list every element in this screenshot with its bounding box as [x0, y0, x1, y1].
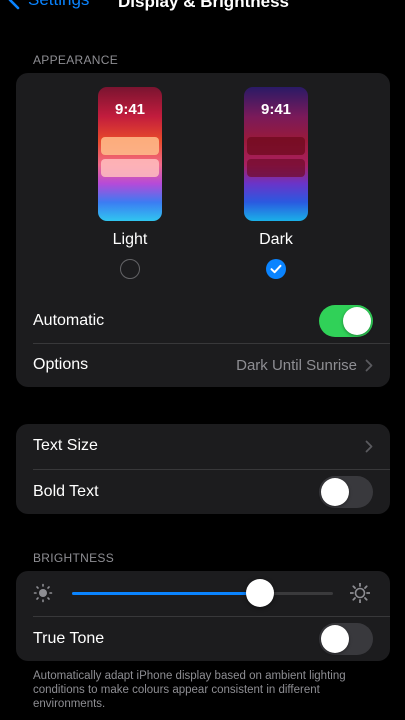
toggle-knob: [321, 625, 349, 653]
toggle-knob: [321, 478, 349, 506]
appearance-options: 9:41 Light 9:41 Dark: [16, 87, 390, 287]
automatic-row: Automatic: [16, 299, 390, 343]
sun-max-icon: [350, 583, 370, 603]
brightness-slider[interactable]: [72, 579, 333, 607]
options-row[interactable]: Options Dark Until Sunrise: [16, 343, 390, 387]
chevron-right-icon: [365, 359, 373, 371]
chevron-right-icon: [365, 440, 373, 452]
preview-time: 9:41: [114, 101, 146, 118]
bold-text-toggle[interactable]: [319, 476, 373, 508]
appearance-option-light[interactable]: 9:41 Light: [70, 87, 190, 279]
sun-min-icon: [33, 583, 53, 603]
display-brightness-screen: Settings Display & Brightness APPEARANCE…: [0, 0, 405, 720]
preview-notification: [101, 137, 159, 155]
options-value: Dark Until Sunrise: [236, 356, 357, 374]
page-title: Display & Brightness: [118, 0, 289, 11]
appearance-card: 9:41 Light 9:41 Dark Automatic Options D…: [16, 73, 390, 387]
bold-text-row: Bold Text: [16, 470, 390, 514]
dark-radio[interactable]: [266, 259, 286, 279]
preview-notification: [101, 159, 159, 177]
appearance-option-dark[interactable]: 9:41 Dark: [216, 87, 336, 279]
light-radio[interactable]: [120, 259, 140, 279]
brightness-fill: [72, 592, 260, 595]
dark-label: Dark: [259, 231, 293, 248]
true-tone-description: Automatically adapt iPhone display based…: [33, 670, 346, 710]
true-tone-label: True Tone: [33, 630, 105, 647]
text-card: Text Size Bold Text: [16, 424, 390, 514]
preview-time: 9:41: [260, 101, 292, 118]
text-size-row[interactable]: Text Size: [16, 424, 390, 468]
brightness-header: BRIGHTNESS: [33, 551, 115, 565]
light-label: Light: [112, 231, 148, 248]
back-label: Settings: [28, 0, 89, 10]
navigation-bar: Settings Display & Brightness: [0, 0, 405, 16]
automatic-label: Automatic: [33, 312, 105, 329]
back-button[interactable]: Settings: [8, 0, 89, 10]
text-size-label: Text Size: [33, 437, 98, 454]
true-tone-toggle[interactable]: [319, 623, 373, 655]
brightness-slider-row: [16, 571, 390, 615]
preview-notification: [247, 159, 305, 177]
brightness-card: True Tone: [16, 571, 390, 661]
chevron-left-icon: [8, 0, 20, 10]
automatic-toggle[interactable]: [319, 305, 373, 337]
bold-text-label: Bold Text: [33, 483, 99, 500]
appearance-header: APPEARANCE: [33, 53, 119, 67]
light-preview-image: 9:41: [98, 87, 162, 221]
checkmark-icon: [270, 264, 282, 274]
brightness-thumb[interactable]: [245, 579, 274, 607]
true-tone-row: True Tone: [16, 617, 390, 661]
preview-notification: [247, 137, 305, 155]
dark-preview-image: 9:41: [244, 87, 308, 221]
options-label: Options: [33, 356, 89, 373]
toggle-knob: [343, 307, 371, 335]
